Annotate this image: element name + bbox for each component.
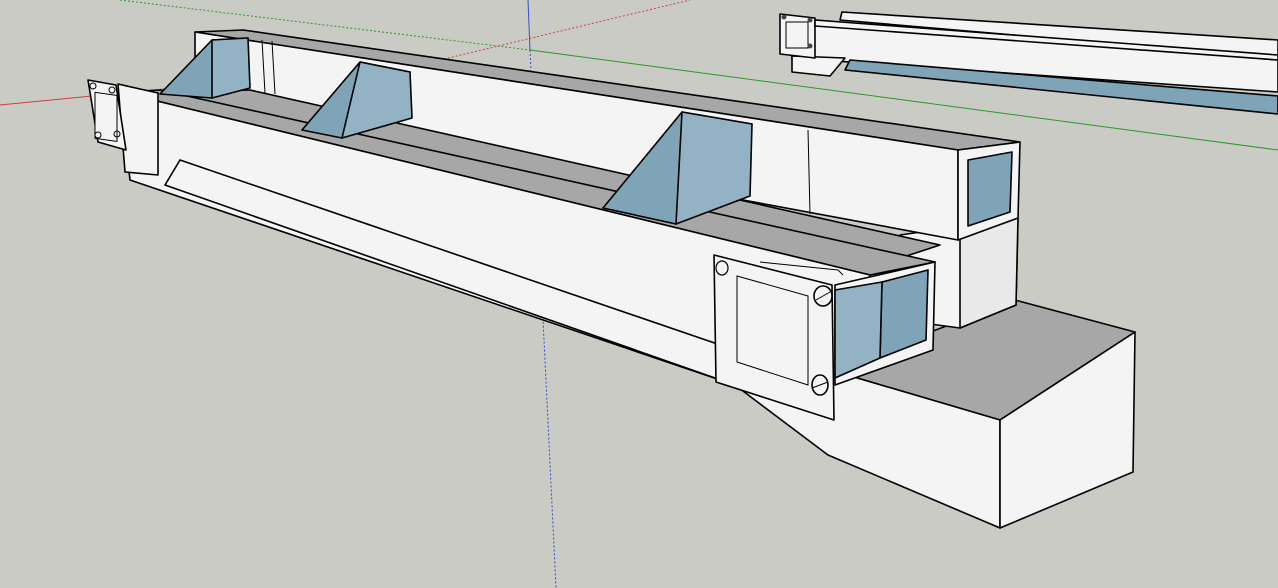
sketchup-3d-viewport[interactable] — [0, 0, 1278, 588]
main-beam-assembly[interactable] — [87, 29, 1136, 529]
background-beam[interactable] — [779, 11, 1278, 115]
model-canvas[interactable] — [0, 0, 1278, 588]
red-axis-negative — [439, 0, 691, 61]
blue-axis-up — [527, 0, 531, 51]
left-end-web — [117, 83, 159, 176]
